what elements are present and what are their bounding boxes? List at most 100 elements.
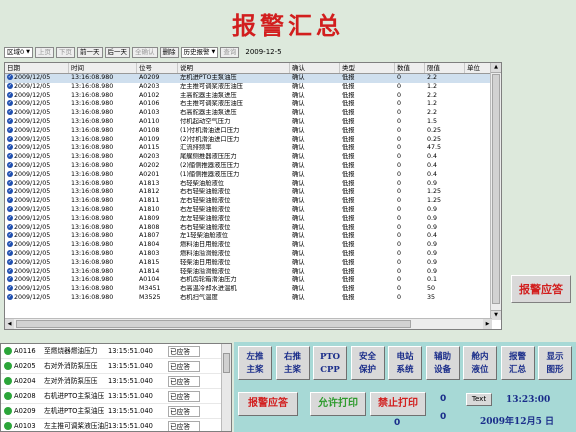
table-row[interactable]: ✓ 2009/12/05 13:16:08.980 M3525 右机扫气温度 确认 低报 0 3…: [5, 293, 492, 303]
table-cell: A0203: [139, 153, 160, 161]
table-cell: 确认: [292, 276, 305, 284]
table-cell: A0209: [139, 74, 160, 81]
scrollbar-thumb[interactable]: [492, 74, 500, 304]
alarm-row[interactable]: A0209 左机进PTO主泵油压 13:15:51.040 已应答: [1, 404, 231, 419]
horizontal-scrollbar[interactable]: ◀ ▶: [5, 318, 492, 329]
alarm-status-icon: [1, 374, 14, 388]
table-cell: A1815: [139, 258, 160, 266]
prev-day-button[interactable]: 前一天: [77, 46, 103, 58]
alarm-ack-button[interactable]: 报警应答: [238, 392, 298, 416]
table-row[interactable]: ✓ 2009/12/05 13:16:08.980 A0203 左主推可调桨液压油压 确认…: [5, 82, 492, 92]
table-row[interactable]: ✓ 2009/12/05 13:16:08.980 A0103 右高舵器主油泵进压 确认 低…: [5, 109, 492, 118]
column-header[interactable]: 确认: [290, 63, 340, 73]
table-row[interactable]: ✓ 2009/12/05 13:16:08.980 A1803 燃料油溢滑舱液位 确认 低报…: [5, 249, 492, 259]
next-page-button[interactable]: 下页: [56, 46, 75, 58]
alarm-row[interactable]: A0205 右对外消防泵压压 13:15:51.040 已应答: [1, 359, 231, 374]
alarm-row[interactable]: A0116 至燃烧器燃油压力 13:15:51.040 已应答: [1, 344, 231, 359]
check-circle-icon: ✓: [7, 144, 13, 151]
table-cell: 13:16:08.980: [71, 197, 114, 205]
alarm-time: 13:15:51.040: [108, 422, 153, 430]
table-cell: A0104: [139, 276, 160, 284]
nav-button[interactable]: 右推 主桨: [275, 346, 310, 380]
table-row[interactable]: ✓ 2009/12/05 13:16:08.980 A1813 右轻柴油舱液位 确认 低报 0…: [5, 179, 492, 189]
column-header[interactable]: 日期: [5, 63, 69, 73]
nav-button[interactable]: 显示 图形: [538, 346, 572, 380]
history-select[interactable]: 历史报警 ▼: [180, 46, 219, 58]
vertical-scrollbar[interactable]: ▲ ▼: [490, 63, 501, 320]
alarm-ack-side-button[interactable]: 报警应答: [511, 275, 571, 303]
table-cell: 2.2: [427, 109, 438, 117]
table-row[interactable]: ✓ 2009/12/05 13:16:08.980 A0110 付机起动空气压力 确认 低报…: [5, 117, 492, 127]
check-circle-icon: ✓: [7, 232, 13, 239]
column-header[interactable]: 时间: [69, 63, 137, 73]
table-row[interactable]: ✓ 2009/12/05 13:16:08.980 A1815 轻柴油日用舱液位 确认 低报…: [5, 258, 492, 268]
alarm-row[interactable]: A0208 右机进PTO主泵油压 13:15:51.040 已应答: [1, 389, 231, 404]
table-row[interactable]: ✓ 2009/12/05 13:16:08.980 A0203 尾艉侧推器液压压力 确认 低…: [5, 153, 492, 162]
table-row[interactable]: ✓ 2009/12/05 13:16:08.980 A1812 右右轻柴油舱液位 确认 低报…: [5, 188, 492, 197]
table-row[interactable]: ✓ 2009/12/05 13:16:08.980 A0104 右机齿轮箱滑油压力 确认 低…: [5, 276, 492, 285]
table-row[interactable]: ✓ 2009/12/05 13:16:08.980 A0115 汇流排频率 确认 低报 0 47…: [5, 144, 492, 153]
table-cell: 13:16:08.980: [71, 223, 114, 231]
table-cell: 低报: [342, 285, 355, 293]
scroll-left-icon[interactable]: ◀: [5, 319, 14, 329]
table-row[interactable]: ✓ 2009/12/05 13:16:08.980 A0209 左机进PTO主泵油压 确认…: [5, 74, 492, 83]
nav-button[interactable]: 安全 保护: [350, 346, 385, 380]
table-cell: 0.25: [427, 126, 442, 134]
query-button[interactable]: 查询: [220, 46, 240, 58]
nav-button[interactable]: 舱内 液位: [463, 346, 497, 380]
alarm-row[interactable]: A0204 左对外消防泵压压 13:15:51.040 已应答: [1, 374, 231, 389]
confirm-all-button[interactable]: 全确认: [132, 46, 158, 58]
table-row[interactable]: ✓ 2009/12/05 13:16:08.980 A1814 轻柴油溢滑舱液位 确认 低报…: [5, 267, 492, 277]
table-row[interactable]: ✓ 2009/12/05 13:16:08.980 A0108 (1)付机滑油进口压力 确…: [5, 126, 492, 136]
table-row[interactable]: ✓ 2009/12/05 13:16:08.980 A0201 (1)艏侧推器液压压力 确…: [5, 170, 492, 180]
scrollbar-thumb[interactable]: [223, 353, 230, 373]
table-row[interactable]: ✓ 2009/12/05 13:16:08.980 A0109 (2)付机滑油进口压力 确…: [5, 135, 492, 145]
column-header[interactable]: 位号: [137, 63, 178, 73]
table-row[interactable]: ✓ 2009/12/05 13:16:08.980 A1811 左右轻柴油舱液位 确认 低报…: [5, 197, 492, 206]
table-cell: 低报: [342, 197, 355, 205]
table-cell: [465, 92, 492, 101]
check-circle-icon: ✓: [7, 109, 13, 116]
scrollbar-thumb[interactable]: [16, 320, 411, 328]
text-button[interactable]: Text: [466, 393, 492, 406]
scroll-right-icon[interactable]: ▶: [483, 319, 492, 329]
nav-button[interactable]: 报警 汇总: [500, 346, 535, 380]
column-header[interactable]: 限值: [425, 63, 465, 73]
table-cell: (2)艏侧推器液压压力: [180, 161, 240, 169]
table-row[interactable]: ✓ 2009/12/05 13:16:08.980 A0106 右主推可调桨液压油压 确认…: [5, 100, 492, 109]
scroll-up-icon[interactable]: ▲: [491, 63, 501, 73]
scroll-down-icon[interactable]: ▼: [491, 310, 501, 320]
region-select[interactable]: 区域0 ▼: [4, 46, 33, 58]
table-row[interactable]: ✓ 2009/12/05 13:16:08.980 A0202 (2)艏侧推器液压压力 确…: [5, 161, 492, 171]
stop-print-button[interactable]: 禁止打印: [370, 392, 426, 416]
column-header[interactable]: 数值: [395, 63, 425, 73]
vertical-scrollbar[interactable]: [221, 344, 231, 431]
table-cell: 35: [427, 293, 436, 301]
table-cell: ✓ 2009/12/05: [7, 109, 51, 117]
check-circle-icon: ✓: [7, 74, 13, 80]
nav-button[interactable]: PTO CPP: [313, 346, 347, 380]
table-cell: 右机扫气温度: [180, 293, 218, 301]
table-row[interactable]: ✓ 2009/12/05 13:16:08.980 A1808 右右轻柴油舱液位 确认 低报…: [5, 223, 492, 233]
prev-page-button[interactable]: 上页: [35, 46, 54, 58]
table-row[interactable]: ✓ 2009/12/05 13:16:08.980 M3451 右高温冷却水进温机 确认 低…: [5, 285, 492, 294]
column-header[interactable]: 类型: [340, 63, 395, 73]
table-row[interactable]: ✓ 2009/12/05 13:16:08.980 A1809 左左轻柴油舱液位 确认 低报…: [5, 214, 492, 224]
table-cell: [465, 285, 492, 294]
delete-button[interactable]: 删除: [159, 46, 179, 58]
check-circle-icon: ✓: [7, 126, 13, 133]
table-row[interactable]: ✓ 2009/12/05 13:16:08.980 A1807 左1轻柴油舱液位 确认 低报…: [5, 232, 492, 241]
nav-button[interactable]: 辅助 设备: [425, 346, 460, 380]
table-cell: M3451: [139, 285, 161, 293]
nav-button[interactable]: 左推 主桨: [238, 346, 272, 380]
alarm-row[interactable]: A0103 左主推可调桨液压油压 13:15:51.040 已应答: [1, 419, 231, 431]
table-row[interactable]: ✓ 2009/12/05 13:16:08.980 A1804 燃料油日用舱液位 确认 低报…: [5, 241, 492, 250]
column-header[interactable]: 单位: [465, 63, 492, 73]
column-header[interactable]: 说明: [178, 63, 290, 73]
table-row[interactable]: ✓ 2009/12/05 13:16:08.980 A1810 右左轻柴油舱液位 确认 低报…: [5, 205, 492, 215]
allow-print-button[interactable]: 允许打印: [310, 392, 366, 416]
nav-button[interactable]: 电站 系统: [388, 346, 422, 380]
table-row[interactable]: ✓ 2009/12/05 13:16:08.980 A0102 主高舵器主油泵进压 确认 低…: [5, 91, 492, 101]
table-cell: ✓ 2009/12/05: [7, 82, 51, 90]
next-day-button[interactable]: 后一天: [104, 46, 130, 58]
